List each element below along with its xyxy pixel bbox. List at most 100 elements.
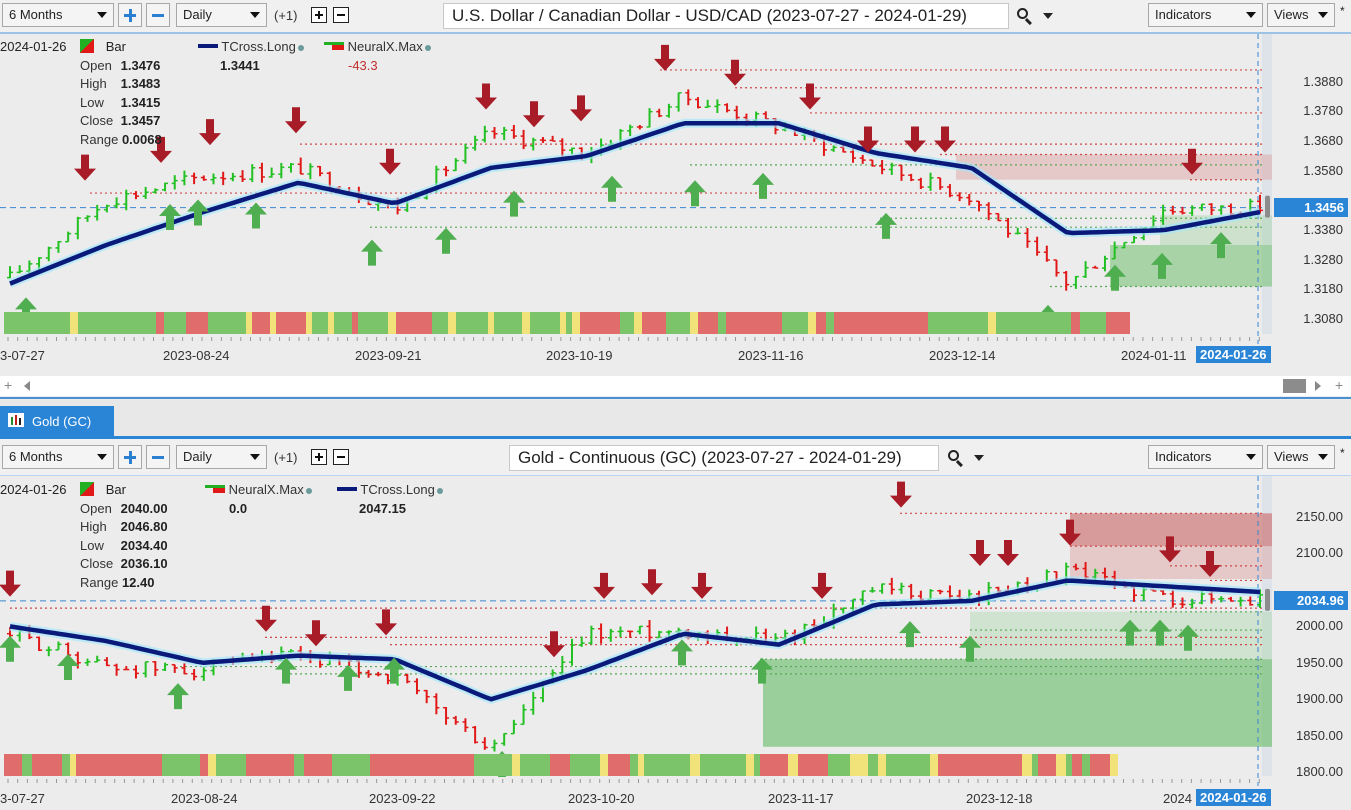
search-icon[interactable] <box>1015 6 1035 26</box>
tcross-value: 1.3441 <box>220 58 260 73</box>
current-date-label: 2024-01-26 <box>1196 346 1271 363</box>
support-zone <box>1110 244 1272 287</box>
signal-strip-segment <box>4 754 22 776</box>
scroll-left-icon[interactable] <box>24 381 30 391</box>
high-value: 2046.80 <box>120 519 168 534</box>
legend-neuralx[interactable]: NeuralX.Max <box>205 482 312 497</box>
signal-strip-segment <box>834 312 928 334</box>
signal-strip-segment <box>828 754 850 776</box>
period-select[interactable]: 6 Months <box>2 3 114 27</box>
signal-strip-segment <box>1072 754 1082 776</box>
x-tick-label: 2023-09-22 <box>369 791 436 806</box>
interval-select[interactable]: Daily <box>176 3 267 27</box>
views-label: Views <box>1274 449 1309 464</box>
signal-strip-segment <box>690 754 700 776</box>
x-tick-label: 2023-09-21 <box>355 348 422 363</box>
legend-tcross[interactable]: TCross.Long <box>198 39 304 54</box>
x-tick-label: 2023-11-17 <box>768 791 834 806</box>
close-label: Close <box>80 113 114 128</box>
symbol-title[interactable]: U.S. Dollar / Canadian Dollar - USD/CAD … <box>443 3 1009 29</box>
search-icon[interactable] <box>946 448 966 468</box>
offset-minus-button[interactable] <box>333 7 349 23</box>
current-price-label: 1.3456 <box>1274 197 1348 217</box>
y-tick-label: 2000.00 <box>1296 618 1343 634</box>
views-button[interactable]: Views <box>1267 445 1335 469</box>
views-label: Views <box>1274 7 1309 22</box>
search-dropdown-icon[interactable] <box>1043 13 1053 19</box>
horizontal-scrollbar[interactable]: + + <box>0 376 1351 396</box>
range-value: 0.0068 <box>121 131 162 147</box>
low-value: 1.3415 <box>120 94 161 110</box>
interval-select[interactable]: Daily <box>176 445 267 469</box>
settings-dot-icon[interactable] <box>297 45 304 51</box>
x-tick-label: 2023-11-16 <box>738 348 804 363</box>
bar-type-icon <box>80 39 95 53</box>
signal-strip-segment <box>530 312 560 334</box>
signal-strip-segment <box>162 754 200 776</box>
signal-strip-segment <box>306 312 312 334</box>
neuralx-legend-icon <box>205 485 225 493</box>
signal-strip-segment <box>432 312 448 334</box>
signal-strip-segment <box>718 312 726 334</box>
signal-strip-segment <box>700 754 746 776</box>
legend-name: NeuralX.Max <box>228 482 304 497</box>
legend-neuralx[interactable]: NeuralX.Max <box>324 39 431 54</box>
indicators-button[interactable]: Indicators <box>1148 3 1263 27</box>
signal-strip-segment <box>208 312 246 334</box>
signal-strip-segment <box>312 312 328 334</box>
signal-strip-segment <box>816 312 826 334</box>
chevron-down-icon <box>1318 12 1328 18</box>
zoom-in-button[interactable] <box>118 445 142 469</box>
signal-strip-segment <box>200 754 208 776</box>
y-tick-label: 1850.00 <box>1296 727 1343 743</box>
offset-plus-button[interactable] <box>311 449 327 465</box>
zoom-out-button[interactable] <box>146 445 170 469</box>
close-value: 2036.10 <box>120 556 168 571</box>
signal-strip-segment <box>164 312 186 334</box>
info-type: Bar <box>105 482 126 497</box>
offset-plus-button[interactable] <box>311 7 327 23</box>
views-button[interactable]: Views <box>1267 3 1335 27</box>
signal-strip-segment <box>332 754 370 776</box>
signal-strip-segment <box>270 312 276 334</box>
bar-type-icon <box>80 482 95 496</box>
y-tick-label: 1900.00 <box>1296 691 1343 707</box>
y-tick-label: 1.3180 <box>1303 281 1343 297</box>
zoom-out-button[interactable] <box>146 3 170 27</box>
settings-dot-icon[interactable] <box>305 488 312 494</box>
gold-chart[interactable] <box>0 476 1351 810</box>
neuralx-value: 0.0 <box>229 501 248 516</box>
tab-gold[interactable]: Gold (GC) <box>0 406 114 436</box>
support-zone <box>763 659 1272 747</box>
indicators-button[interactable]: Indicators <box>1148 445 1263 469</box>
tab-label: Gold (GC) <box>32 414 92 429</box>
signal-strip-segment <box>62 754 70 776</box>
y-tick-label: 1.3580 <box>1303 162 1343 178</box>
usdcad-chart[interactable] <box>0 34 1351 376</box>
signal-strip-segment <box>1080 312 1106 334</box>
add-plus-icon[interactable]: + <box>1335 377 1343 393</box>
modified-star: * <box>1340 446 1345 460</box>
legend-tcross[interactable]: TCross.Long <box>337 482 443 497</box>
zoom-in-button[interactable] <box>118 3 142 27</box>
period-select[interactable]: 6 Months <box>2 445 114 469</box>
x-tick-label: 2023-10-19 <box>546 348 613 363</box>
scroll-thumb[interactable] <box>1283 379 1306 393</box>
signal-strip-segment <box>522 312 530 334</box>
x-tick-label: 3-07-27 <box>0 791 45 806</box>
signal-strip-segment <box>246 754 294 776</box>
high-label: High <box>80 519 107 534</box>
scroll-right-icon[interactable] <box>1315 381 1321 391</box>
signal-strip-segment <box>620 312 634 334</box>
x-tick-label: 2023-12-14 <box>929 348 996 363</box>
add-plus-icon[interactable]: + <box>4 377 12 393</box>
legend-name: NeuralX.Max <box>347 39 423 54</box>
search-dropdown-icon[interactable] <box>974 455 984 461</box>
x-tick-label: 2023-10-20 <box>568 791 635 806</box>
offset-minus-button[interactable] <box>333 449 349 465</box>
settings-dot-icon[interactable] <box>424 45 431 51</box>
settings-dot-icon[interactable] <box>436 488 443 494</box>
open-label: Open <box>80 57 112 73</box>
signal-strip-segment <box>488 312 494 334</box>
symbol-title[interactable]: Gold - Continuous (GC) (2023-07-27 - 202… <box>509 445 939 471</box>
